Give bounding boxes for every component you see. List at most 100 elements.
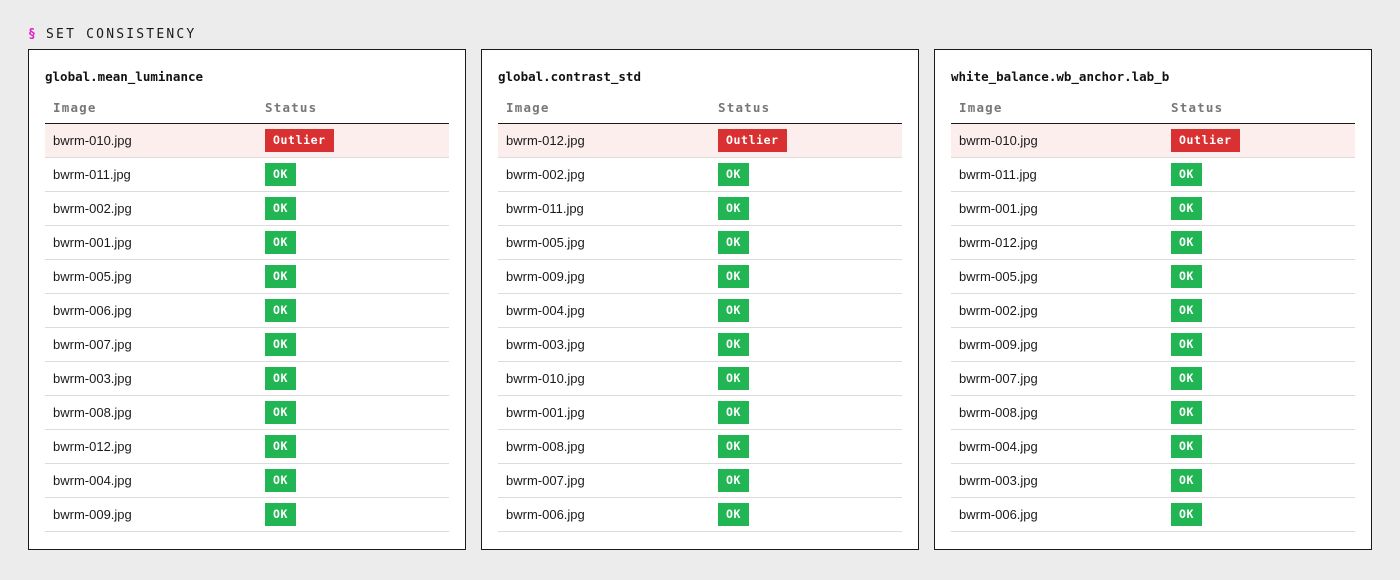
- status-cell: OK: [718, 469, 750, 492]
- status-cell: Outlier: [718, 129, 787, 152]
- status-badge: OK: [718, 401, 750, 424]
- status-cell: OK: [265, 265, 297, 288]
- status-badge: OK: [718, 503, 750, 526]
- table-row: bwrm-005.jpg OK: [951, 260, 1355, 294]
- status-badge: OK: [718, 265, 750, 288]
- status-cell: OK: [265, 469, 297, 492]
- status-cell: Outlier: [1171, 129, 1240, 152]
- column-header-image: Image: [53, 100, 97, 115]
- table-row: bwrm-007.jpg OK: [951, 362, 1355, 396]
- status-badge: Outlier: [265, 129, 334, 152]
- status-cell: OK: [1171, 163, 1203, 186]
- status-badge: OK: [265, 367, 297, 390]
- image-filename: bwrm-008.jpg: [506, 439, 585, 454]
- image-filename: bwrm-006.jpg: [959, 507, 1038, 522]
- table-row: bwrm-006.jpg OK: [45, 294, 449, 328]
- image-filename: bwrm-007.jpg: [959, 371, 1038, 386]
- image-filename: bwrm-008.jpg: [959, 405, 1038, 420]
- table-row: bwrm-007.jpg OK: [498, 464, 902, 498]
- image-filename: bwrm-003.jpg: [53, 371, 132, 386]
- status-cell: OK: [718, 299, 750, 322]
- status-badge: OK: [1171, 401, 1203, 424]
- status-cell: OK: [1171, 265, 1203, 288]
- image-filename: bwrm-009.jpg: [959, 337, 1038, 352]
- status-cell: OK: [1171, 401, 1203, 424]
- table-row: bwrm-010.jpg OK: [498, 362, 902, 396]
- status-badge: OK: [718, 469, 750, 492]
- table-row: bwrm-009.jpg OK: [498, 260, 902, 294]
- status-badge: OK: [265, 231, 297, 254]
- status-badge: OK: [265, 299, 297, 322]
- status-badge: OK: [1171, 435, 1203, 458]
- table-row: bwrm-003.jpg OK: [45, 362, 449, 396]
- status-cell: OK: [265, 367, 297, 390]
- status-cell: OK: [1171, 503, 1203, 526]
- status-cell: OK: [1171, 299, 1203, 322]
- image-filename: bwrm-010.jpg: [506, 371, 585, 386]
- panel-title: global.contrast_std: [498, 69, 641, 84]
- image-filename: bwrm-004.jpg: [53, 473, 132, 488]
- status-badge: Outlier: [718, 129, 787, 152]
- table-row: bwrm-008.jpg OK: [951, 396, 1355, 430]
- status-cell: OK: [718, 503, 750, 526]
- image-filename: bwrm-010.jpg: [959, 133, 1038, 148]
- status-badge: OK: [718, 231, 750, 254]
- image-filename: bwrm-012.jpg: [506, 133, 585, 148]
- status-badge: OK: [265, 197, 297, 220]
- table-row: bwrm-011.jpg OK: [45, 158, 449, 192]
- column-header-status: Status: [1171, 100, 1224, 115]
- status-badge: OK: [718, 299, 750, 322]
- table-header: Image Status: [45, 100, 449, 124]
- image-filename: bwrm-012.jpg: [53, 439, 132, 454]
- image-filename: bwrm-011.jpg: [506, 201, 584, 216]
- image-filename: bwrm-007.jpg: [506, 473, 585, 488]
- table-header: Image Status: [498, 100, 902, 124]
- status-cell: OK: [718, 367, 750, 390]
- image-filename: bwrm-009.jpg: [53, 507, 132, 522]
- table-row: bwrm-002.jpg OK: [951, 294, 1355, 328]
- image-filename: bwrm-011.jpg: [959, 167, 1037, 182]
- status-cell: OK: [265, 231, 297, 254]
- status-badge: OK: [1171, 197, 1203, 220]
- section-title: SET CONSISTENCY: [46, 27, 197, 42]
- table-header: Image Status: [951, 100, 1355, 124]
- section-symbol: §: [28, 27, 39, 42]
- table-row: bwrm-004.jpg OK: [951, 430, 1355, 464]
- table-row: bwrm-001.jpg OK: [45, 226, 449, 260]
- status-badge: OK: [265, 163, 297, 186]
- status-badge: OK: [1171, 299, 1203, 322]
- table-row: bwrm-004.jpg OK: [498, 294, 902, 328]
- image-filename: bwrm-001.jpg: [959, 201, 1038, 216]
- panels-container: global.mean_luminance Image Status bwrm-010…: [28, 49, 1372, 550]
- status-badge: OK: [718, 163, 750, 186]
- status-cell: OK: [718, 435, 750, 458]
- table-row: bwrm-005.jpg OK: [45, 260, 449, 294]
- status-badge: OK: [265, 503, 297, 526]
- table-row: bwrm-001.jpg OK: [498, 396, 902, 430]
- image-filename: bwrm-005.jpg: [959, 269, 1038, 284]
- image-filename: bwrm-008.jpg: [53, 405, 132, 420]
- status-cell: OK: [265, 435, 297, 458]
- image-filename: bwrm-003.jpg: [959, 473, 1038, 488]
- column-header-image: Image: [506, 100, 550, 115]
- section-header: § SET CONSISTENCY: [28, 27, 196, 42]
- table-row: bwrm-001.jpg OK: [951, 192, 1355, 226]
- image-filename: bwrm-002.jpg: [506, 167, 585, 182]
- status-cell: OK: [265, 197, 297, 220]
- image-filename: bwrm-012.jpg: [959, 235, 1038, 250]
- image-filename: bwrm-011.jpg: [53, 167, 131, 182]
- metric-panel: white_balance.wb_anchor.lab_b Image Status…: [934, 49, 1372, 550]
- status-badge: OK: [1171, 367, 1203, 390]
- status-cell: OK: [265, 401, 297, 424]
- status-badge: OK: [265, 265, 297, 288]
- status-cell: Outlier: [265, 129, 334, 152]
- table-row: bwrm-011.jpg OK: [498, 192, 902, 226]
- status-badge: OK: [718, 435, 750, 458]
- status-badge: OK: [265, 469, 297, 492]
- status-cell: OK: [265, 299, 297, 322]
- image-filename: bwrm-007.jpg: [53, 337, 132, 352]
- status-badge: OK: [1171, 231, 1203, 254]
- status-badge: OK: [265, 333, 297, 356]
- status-cell: OK: [718, 231, 750, 254]
- status-badge: OK: [718, 333, 750, 356]
